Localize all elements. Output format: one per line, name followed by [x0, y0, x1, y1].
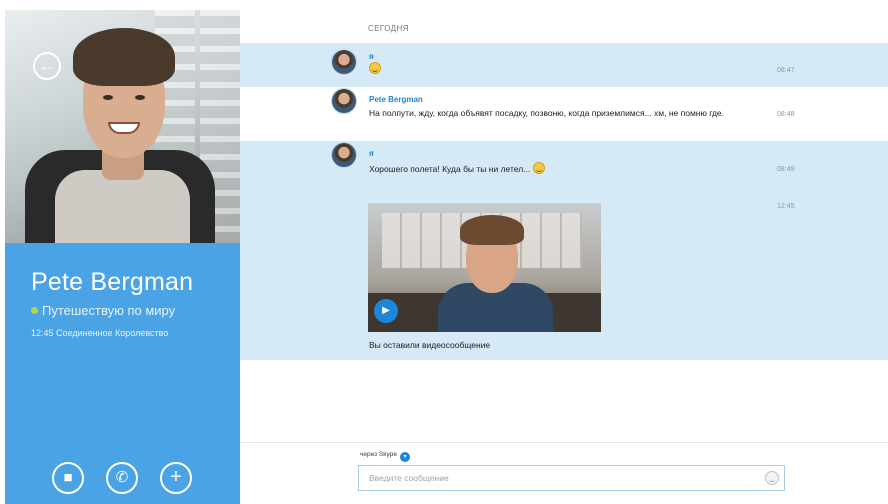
- message-sender: я: [369, 149, 374, 158]
- composer-divider: [240, 442, 888, 443]
- phone-icon: ✆: [115, 469, 129, 486]
- message-input[interactable]: [358, 465, 785, 491]
- message-text: [369, 62, 759, 76]
- message-sender: Pete Bergman: [369, 95, 423, 104]
- contact-name: Pete Bergman: [31, 268, 194, 296]
- contact-status-text: Путешествую по миру: [42, 303, 176, 318]
- avatar: [331, 49, 357, 75]
- emoticon-icon[interactable]: [765, 471, 779, 485]
- message-text: На полпути, жду, когда объявят посадку, …: [369, 108, 724, 118]
- message-row[interactable]: Pete Bergman На полпути, жду, когда объя…: [240, 87, 888, 141]
- smile-emoji-icon: [369, 62, 381, 74]
- date-separator: СЕГОДНЯ: [368, 24, 409, 33]
- contact-photo: [5, 10, 240, 243]
- add-button[interactable]: +: [160, 462, 192, 494]
- message-time: 08:49: [777, 166, 795, 173]
- video-camera-icon: ■: [63, 469, 73, 486]
- video-message-time: 12:45: [777, 203, 795, 210]
- send-via-label: через Skype: [360, 451, 397, 458]
- video-message-caption: Вы оставили видеосообщение: [369, 340, 491, 350]
- avatar: [331, 142, 357, 168]
- online-status-dot: [31, 307, 38, 314]
- contact-local-time: 12:45 Соединенное Королевство: [31, 328, 169, 338]
- avatar: [331, 88, 357, 114]
- conversation-pane: СЕГОДНЯ я 08:47 Pete Bergman На полпути,…: [240, 10, 888, 504]
- message-row[interactable]: я Хорошего полета! Куда бы ты ни летел..…: [240, 141, 888, 193]
- message-sender: я: [369, 52, 374, 61]
- contact-status: Путешествую по миру: [31, 303, 175, 318]
- play-icon[interactable]: ▶: [374, 299, 398, 323]
- video-message-thumbnail[interactable]: ▶: [368, 203, 601, 332]
- message-text-content: Хорошего полета! Куда бы ты ни летел...: [369, 164, 531, 174]
- contact-sidebar: ← Pete Bergman Путешествую по миру 12:45…: [5, 10, 240, 504]
- message-text: Хорошего полета! Куда бы ты ни летел...: [369, 162, 759, 176]
- chevron-down-icon[interactable]: ▾: [399, 452, 410, 462]
- message-time: 08:48: [777, 111, 795, 118]
- plus-icon: +: [170, 466, 182, 488]
- back-arrow-icon[interactable]: ←: [33, 52, 61, 80]
- grin-emoji-icon: [532, 162, 545, 174]
- send-via-selector[interactable]: через Skype ▾: [360, 451, 410, 462]
- message-row[interactable]: я 08:47: [240, 43, 888, 87]
- message-time: 08:47: [777, 67, 795, 74]
- video-call-button[interactable]: ■: [52, 462, 84, 494]
- voice-call-button[interactable]: ✆: [106, 462, 138, 494]
